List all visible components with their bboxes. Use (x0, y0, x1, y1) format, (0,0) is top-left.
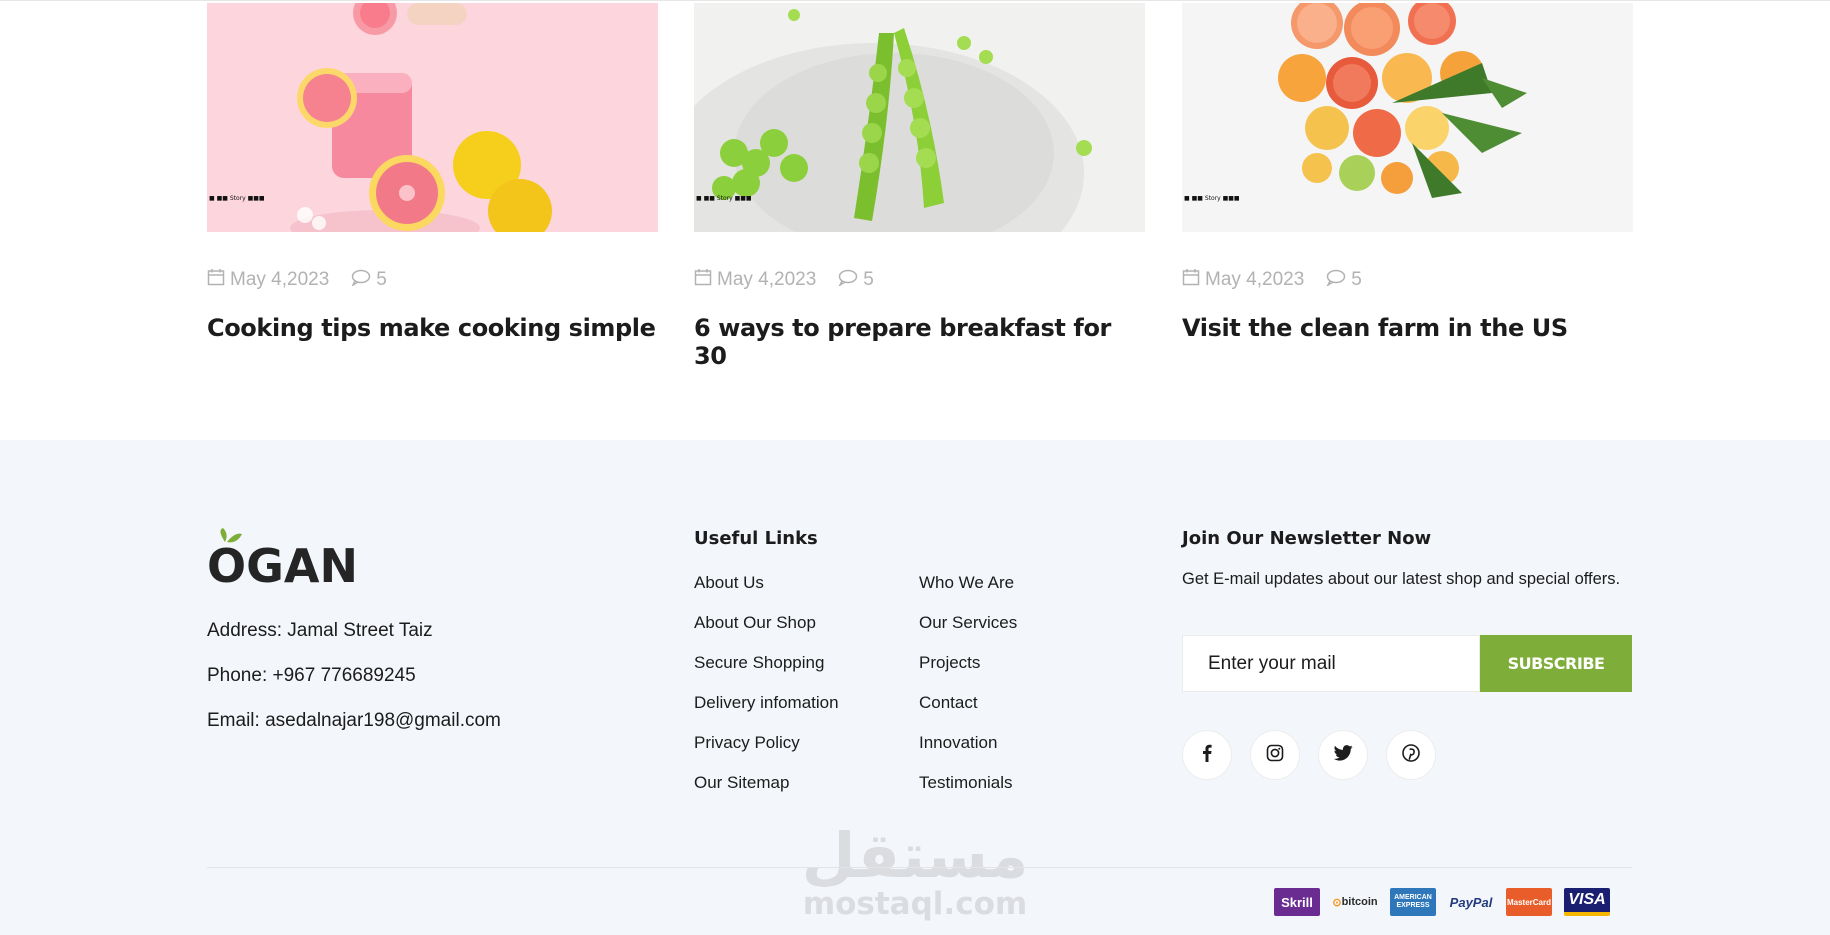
comment-count: 5 (376, 269, 387, 290)
image-credit: ■ ■■ Story ■■■ (209, 195, 265, 202)
post-date: May 4,2023 (717, 269, 817, 290)
watermark-arabic: مستقل (801, 819, 1029, 892)
post-date: May 4,2023 (230, 269, 330, 290)
blog-section: ■ ■■ Story ■■■ May 4,2023 5 Cooking tips… (0, 0, 1830, 440)
email-text: Email: asedalnajar198@gmail.com (207, 710, 501, 731)
link-innovation[interactable]: Innovation (919, 733, 1017, 773)
comment-count: 5 (863, 269, 874, 290)
link-our-services[interactable]: Our Services (919, 613, 1017, 653)
image-credit: ■ ■■ Story ■■■ (696, 195, 752, 202)
useful-links-title: Useful Links (694, 528, 818, 549)
mostaql-watermark: مستقل mostaql.com (795, 819, 1035, 922)
link-who-we-are[interactable]: Who We Are (919, 573, 1017, 613)
instagram-button[interactable] (1250, 730, 1300, 780)
pinterest-button[interactable] (1386, 730, 1436, 780)
link-delivery-information[interactable]: Delivery infomation (694, 693, 839, 733)
skrill-icon: Skrill (1274, 888, 1320, 916)
social-links (1182, 730, 1436, 780)
calendar-icon (694, 268, 712, 292)
blog-card[interactable]: ■ ■■ Story ■■■ May 4,2023 5 Cooking tips… (207, 3, 658, 342)
contact-info: Address: Jamal Street Taiz Phone: +967 7… (207, 620, 501, 755)
phone-text: Phone: +967 776689245 (207, 665, 416, 686)
paypal-icon: PayPal (1449, 894, 1493, 910)
comment-icon (351, 269, 371, 292)
newsletter-form: SUBSCRIBE (1182, 635, 1632, 692)
address-text: Address: Jamal Street Taiz (207, 620, 433, 641)
link-projects[interactable]: Projects (919, 653, 1017, 693)
comment-icon (838, 269, 858, 292)
blog-card[interactable]: ■ ■■ Story ■■■ May 4,2023 5 6 ways to pr… (694, 3, 1145, 370)
comment-icon (1326, 269, 1346, 292)
links-column-left: About Us About Our Shop Secure Shopping … (694, 573, 839, 813)
post-meta: May 4,2023 5 (694, 268, 1145, 292)
blog-image-citrus[interactable]: ■ ■■ Story ■■■ (1182, 3, 1633, 232)
blog-card[interactable]: ■ ■■ Story ■■■ May 4,2023 5 Visit the cl… (1182, 3, 1633, 342)
links-column-right: Who We Are Our Services Projects Contact… (919, 573, 1017, 813)
newsletter-description: Get E-mail updates about our latest shop… (1182, 570, 1621, 588)
calendar-icon (207, 268, 225, 292)
link-contact[interactable]: Contact (919, 693, 1017, 733)
link-our-sitemap[interactable]: Our Sitemap (694, 773, 839, 813)
comment-count: 5 (1351, 269, 1362, 290)
subscribe-button[interactable]: SUBSCRIBE (1480, 635, 1632, 692)
ogani-logo[interactable]: OGANI (207, 528, 375, 593)
amex-icon: AMERICAN EXPRESS (1390, 888, 1436, 916)
mastercard-icon: MasterCard (1506, 888, 1552, 916)
bitcoin-icon: ⊙ bitcoin (1332, 896, 1378, 909)
footer: OGANI Address: Jamal Street Taiz Phone: … (0, 440, 1830, 935)
watermark-latin: mostaql.com (802, 886, 1028, 922)
post-meta: May 4,2023 5 (1182, 268, 1633, 292)
twitter-button[interactable] (1318, 730, 1368, 780)
post-title[interactable]: 6 ways to prepare breakfast for 30 (694, 314, 1145, 370)
instagram-icon (1266, 744, 1284, 766)
post-title[interactable]: Visit the clean farm in the US (1182, 314, 1633, 342)
twitter-icon (1333, 745, 1353, 765)
link-secure-shopping[interactable]: Secure Shopping (694, 653, 839, 693)
visa-icon: VISA (1564, 888, 1610, 916)
link-testimonials[interactable]: Testimonials (919, 773, 1017, 813)
pinterest-icon (1402, 744, 1420, 766)
facebook-button[interactable] (1182, 730, 1232, 780)
post-date: May 4,2023 (1205, 269, 1305, 290)
svg-text:OGANI: OGANI (207, 539, 357, 586)
post-title[interactable]: Cooking tips make cooking simple (207, 314, 658, 342)
link-privacy-policy[interactable]: Privacy Policy (694, 733, 839, 773)
blog-image-grapefruit-drink[interactable]: ■ ■■ Story ■■■ (207, 3, 658, 232)
email-input[interactable] (1182, 635, 1480, 692)
image-credit: ■ ■■ Story ■■■ (1184, 195, 1240, 202)
calendar-icon (1182, 268, 1200, 292)
newsletter-title: Join Our Newsletter Now (1182, 528, 1432, 549)
link-about-our-shop[interactable]: About Our Shop (694, 613, 839, 653)
post-meta: May 4,2023 5 (207, 268, 658, 292)
facebook-icon (1202, 744, 1212, 766)
footer-divider (207, 867, 1632, 868)
payment-methods: Skrill ⊙ bitcoin AMERICAN EXPRESS PayPal … (1274, 888, 1610, 916)
blog-image-peas[interactable]: ■ ■■ Story ■■■ (694, 3, 1145, 232)
link-about-us[interactable]: About Us (694, 573, 839, 613)
